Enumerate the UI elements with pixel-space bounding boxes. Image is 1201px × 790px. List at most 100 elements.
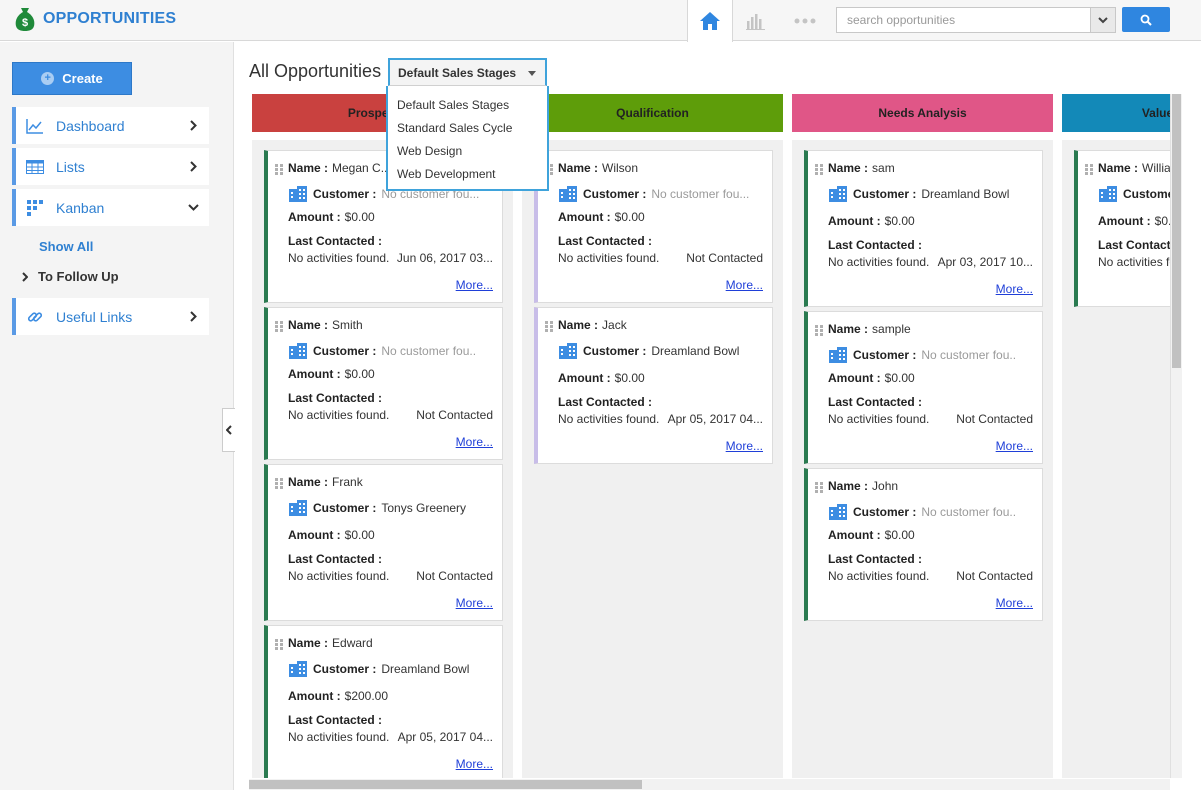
opportunity-card[interactable]: Name : Smith Customer : No customer fou.. Am… [264,307,503,460]
opportunity-card[interactable]: Name : John Customer : No customer fou.. Amo… [804,468,1043,621]
card-name-row: Name : sam [828,161,895,175]
opportunity-card[interactable]: Name : Frank Customer : Tonys Greenery Amoun… [264,464,503,621]
column-header: Qualification [522,94,783,132]
opportunity-card[interactable]: Name : Jack Customer : Dreamland Bowl Amount… [534,307,773,464]
card-customer-row: Customer :Customer [1123,187,1170,201]
stage-option[interactable]: Standard Sales Cycle [388,117,547,140]
card-amount-row: Amount :$0.00 [558,210,645,224]
board-horizontal-scrollbar[interactable] [249,779,1170,790]
card-name: Frank [332,475,363,489]
more-tab[interactable] [782,0,828,41]
card-last-contacted-row: Last Contacted : [288,552,382,566]
opportunity-card[interactable]: Name : Wilson Customer : No customer fou...… [534,150,773,303]
sidebar-collapse-handle[interactable] [222,408,235,452]
opportunity-card[interactable]: Name : sam Customer : Dreamland Bowl Amount … [804,150,1043,307]
drag-handle-icon[interactable] [275,478,283,490]
stage-select[interactable]: Default Sales Stages [388,58,547,86]
card-name-row: Name : Edward [288,636,373,650]
opportunity-card[interactable]: Name :William Customer :Customer Amount :$… [1074,150,1170,307]
search-button[interactable] [1122,7,1170,32]
field-label: Last Contacted : [288,713,383,727]
search-input[interactable] [837,8,1090,32]
building-icon [558,185,578,202]
column-body: Name : Megan C... Customer : No customer fo… [252,140,513,778]
card-more-link[interactable]: More... [996,439,1033,453]
sidebar-item-label: Kanban [56,199,105,216]
drag-handle-icon[interactable] [275,639,283,651]
field-label: Amount : [288,528,341,542]
card-customer-row: Customer : Dreamland Bowl [313,662,469,676]
column-header: Needs Analysis [792,94,1053,132]
link-icon [26,308,44,326]
create-button[interactable]: + Create [12,62,132,95]
field-label: Amount : [828,371,881,385]
card-contacted: Apr 05, 2017 04... [397,730,493,744]
card-last-contacted-row: Last Contacted : [288,713,382,727]
stage-option[interactable]: Web Design [388,140,547,163]
field-label: Amount : [828,214,881,228]
card-more-link[interactable]: More... [996,282,1033,296]
card-more-link[interactable]: More... [456,278,493,292]
card-more-link[interactable]: More... [726,439,763,453]
board-vertical-scrollbar[interactable] [1170,94,1182,778]
card-more-link[interactable]: More... [456,596,493,610]
stage-select-value: Default Sales Stages [398,65,517,80]
sidebar-subitem-show-all[interactable]: Show All [39,239,93,254]
kanban-column: Qualification Name : Wilson Customer : No cu… [519,94,783,778]
card-name: Wilson [602,161,639,175]
search-options-button[interactable] [1090,7,1116,33]
plus-icon: + [41,72,55,85]
field-label: Customer : [853,348,917,362]
card-amount: $0.00 [614,371,645,385]
card-amount-row: Amount :$0.00 [828,528,915,542]
sidebar-item-dashboard[interactable]: Dashboard [12,107,209,144]
create-label: Create [62,71,103,86]
table-icon [26,158,44,176]
field-label: Name : [288,318,329,332]
card-contacted: Not Contacted [686,251,763,265]
sidebar: + Create Dashboard Lists Kanban Show All… [0,42,235,790]
card-amount: $0.00 [1154,214,1170,228]
card-more-link[interactable]: More... [996,596,1033,610]
column-body: Name :William Customer :Customer Amount :$… [1062,140,1170,778]
svg-text:$: $ [22,17,28,29]
field-label: Amount : [288,689,341,703]
sidebar-item-useful-links[interactable]: Useful Links [12,298,209,335]
scroll-thumb[interactable] [249,780,642,789]
drag-handle-icon[interactable] [815,325,823,337]
building-icon [828,503,848,520]
opportunity-card[interactable]: Name : Edward Customer : Dreamland Bowl Amou… [264,625,503,778]
stage-option[interactable]: Default Sales Stages [388,94,547,117]
scroll-thumb[interactable] [1172,94,1181,368]
card-amount-row: Amount :$0.00 [288,528,375,542]
drag-handle-icon[interactable] [815,482,823,494]
card-name-row: Name :William [1098,161,1170,175]
sidebar-item-kanban[interactable]: Kanban [12,189,209,226]
card-more-link[interactable]: More... [456,435,493,449]
chevron-right-icon [187,311,199,322]
sidebar-item-label: Lists [56,158,85,175]
card-customer: Dreamland Bowl [651,344,740,358]
card-customer: Dreamland Bowl [381,662,470,676]
reports-tab[interactable] [733,0,779,41]
drag-handle-icon[interactable] [275,321,283,333]
stage-option[interactable]: Web Development [388,163,547,186]
field-label: Customer : [313,662,377,676]
home-tab[interactable] [687,0,733,42]
field-label: Name : [288,475,329,489]
drag-handle-icon[interactable] [815,164,823,176]
kanban-column: Value Proposition Name :William Customer :… [1059,94,1170,778]
card-amount-row: Amount : $200.00 [288,689,388,703]
sidebar-subitem-to-follow-up[interactable]: To Follow Up [22,269,119,284]
drag-handle-icon[interactable] [275,164,283,176]
card-amount: $0.00 [884,528,915,542]
drag-handle-icon[interactable] [545,321,553,333]
card-more-link[interactable]: More... [726,278,763,292]
opportunity-card[interactable]: Name : sample Customer : No customer fou.. A… [804,311,1043,464]
drag-handle-icon[interactable] [1085,164,1093,176]
card-activity: No activities found. [828,569,930,583]
card-more-link[interactable]: More... [456,757,493,771]
sidebar-item-lists[interactable]: Lists [12,148,209,185]
field-label: Last Contacted : [828,395,923,409]
card-customer-row: Customer : Dreamland Bowl [583,344,739,358]
